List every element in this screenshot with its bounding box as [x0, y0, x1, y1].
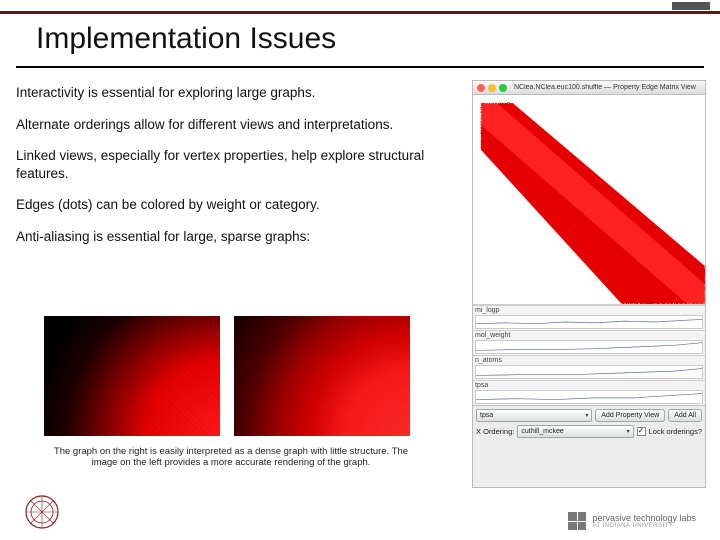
window-title: NClea.NClea.euc100.shuffle — Property Ed…	[514, 84, 696, 91]
ordering-label: X Ordering:	[476, 427, 514, 436]
ordering-select[interactable]: cuthill_mckee ▾	[517, 425, 633, 438]
title-underline	[16, 66, 704, 68]
add-all-button[interactable]: Add All	[668, 409, 702, 422]
decorative-top-bar	[0, 0, 720, 14]
university-seal-icon	[24, 494, 60, 530]
bullet-4: Edges (dots) can be colored by weight or…	[16, 196, 462, 214]
select-value: cuthill_mckee	[521, 428, 563, 435]
antialias-image-right	[234, 316, 410, 436]
property-row: mi_logp	[473, 305, 705, 330]
slide-title: Implementation Issues	[36, 22, 336, 56]
bullet-2: Alternate orderings allow for different …	[16, 116, 462, 134]
antialias-image-left	[44, 316, 220, 436]
property-label: n_atoms	[475, 357, 703, 364]
sparkline[interactable]	[475, 390, 703, 404]
lab-name: pervasive technology labs	[592, 514, 696, 523]
chevron-down-icon: ▾	[585, 412, 588, 419]
lock-orderings-checkbox[interactable]	[637, 427, 646, 436]
property-row: mol_weight	[473, 330, 705, 355]
controls-panel: tpsa ▾ Add Property View Add All X Order…	[473, 405, 705, 441]
decorative-tab	[672, 2, 710, 10]
property-row: tpsa	[473, 380, 705, 405]
edge-matrix-plot[interactable]	[473, 95, 705, 305]
chevron-down-icon: ▾	[627, 428, 630, 435]
minimize-icon[interactable]	[488, 84, 496, 92]
lab-subtitle: AT INDIANA UNIVERSITY	[592, 523, 696, 529]
select-value: tpsa	[480, 412, 493, 419]
sparkline[interactable]	[475, 365, 703, 379]
lock-orderings-label: Lock orderings?	[649, 427, 702, 436]
bullet-1: Interactivity is essential for exploring…	[16, 84, 462, 102]
add-property-button[interactable]: Add Property View	[595, 409, 665, 422]
lab-logo: pervasive technology labs AT INDIANA UNI…	[568, 512, 696, 530]
bullet-5: Anti-aliasing is essential for large, sp…	[16, 228, 462, 246]
close-icon[interactable]	[477, 84, 485, 92]
bullet-3: Linked views, especially for vertex prop…	[16, 147, 462, 182]
matrix-view-window: NClea.NClea.euc100.shuffle — Property Ed…	[472, 80, 706, 488]
zoom-icon[interactable]	[499, 84, 507, 92]
sparkline[interactable]	[475, 340, 703, 354]
property-label: mi_logp	[475, 307, 703, 314]
property-sparklines: mi_logp mol_weight n_atoms tpsa	[473, 305, 705, 405]
antialias-comparison	[44, 316, 420, 436]
property-select[interactable]: tpsa ▾	[476, 409, 592, 422]
antialias-caption: The graph on the right is easily interpr…	[44, 446, 418, 469]
body-text: Interactivity is essential for exploring…	[16, 84, 462, 259]
window-titlebar: NClea.NClea.euc100.shuffle — Property Ed…	[473, 81, 705, 95]
grid-icon	[568, 512, 586, 530]
property-label: tpsa	[475, 382, 703, 389]
property-row: n_atoms	[473, 355, 705, 380]
sparkline[interactable]	[475, 315, 703, 329]
property-label: mol_weight	[475, 332, 703, 339]
